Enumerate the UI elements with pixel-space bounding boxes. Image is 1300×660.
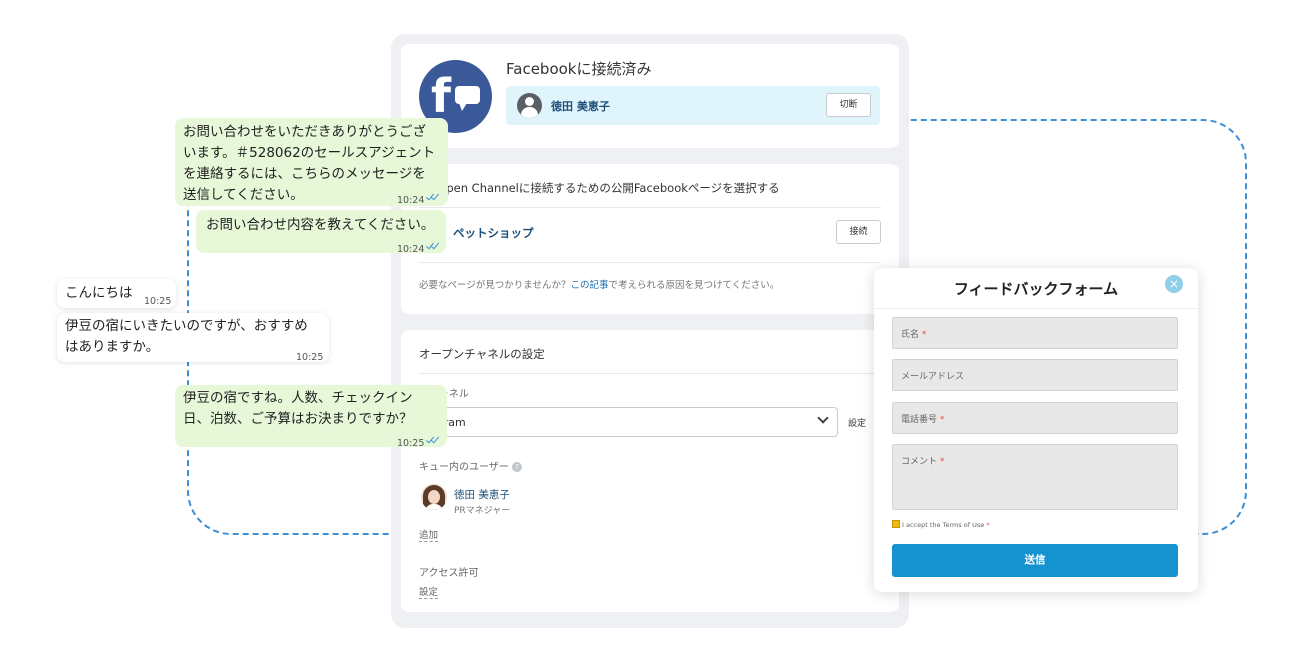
access-settings-link[interactable]: 設定 <box>419 584 439 599</box>
open-channel-settings-card: オープンチャネルの設定 ンチャネル agram 設定 キュー内のユーザー? 徳田… <box>401 330 899 612</box>
chat-message: お問い合わせ内容を教えてください。 10:24 <box>196 210 446 255</box>
queue-users-label: キュー内のユーザー? <box>419 458 522 473</box>
select-page-card: 24 Open Channelに接続するための公開Facebookページを選択す… <box>401 164 899 314</box>
access-label: アクセス許可 <box>419 568 479 579</box>
chat-message: こんにちは 10:25 <box>57 279 176 308</box>
name-field[interactable]: 氏名 * <box>892 317 1178 349</box>
chat-message: 伊豆の宿にいきたいのですが、おすすめ はありますか。 10:25 <box>57 313 329 363</box>
close-icon[interactable]: × <box>1165 275 1183 293</box>
user-avatar-icon <box>517 93 542 118</box>
feedback-form-title: フィードバックフォーム <box>953 280 1119 298</box>
phone-field[interactable]: 電話番号 * <box>892 402 1178 434</box>
add-user-link[interactable]: 追加 <box>419 527 439 542</box>
terms-label: I accept the Terms of Use <box>902 521 985 529</box>
help-icon[interactable]: ? <box>511 462 522 472</box>
queue-user-role: PRマネジャー <box>454 506 511 516</box>
message-time: 10:24 <box>397 244 425 255</box>
email-field[interactable]: メールアドレス <box>892 359 1178 391</box>
channel-settings-link[interactable]: 設定 <box>848 416 866 429</box>
double-check-icon <box>425 191 441 201</box>
page-name: ペットショップ <box>453 226 534 240</box>
connect-button[interactable]: 接続 <box>836 220 881 244</box>
settings-header: オープンチャネルの設定 <box>419 346 881 374</box>
double-check-icon <box>425 240 441 250</box>
facebook-connected-title: Facebookに接続済み <box>506 60 652 78</box>
message-time: 10:25 <box>144 296 172 307</box>
page-hint: 必要なページが見つかりませんか？この記事で考えられる原因を見つけてください。 <box>419 280 780 291</box>
submit-button[interactable]: 送信 <box>892 544 1178 577</box>
form-divider <box>874 308 1198 309</box>
queue-user-name[interactable]: 徳田 美恵子 <box>454 487 510 502</box>
message-time: 10:25 <box>397 438 425 449</box>
chat-message: 伊豆の宿ですね。人数、チェックイン 日、泊数、ご予算はお決まりですか？ 10:2… <box>175 385 447 449</box>
double-check-icon <box>425 434 441 444</box>
page-row: ペットショップ 接続 <box>419 209 881 263</box>
feedback-form: フィードバックフォーム × 氏名 * メールアドレス 電話番号 * コメント *… <box>874 268 1198 592</box>
terms-checkbox-row: I accept the Terms of Use * <box>892 520 990 529</box>
terms-checkbox[interactable] <box>892 520 900 528</box>
article-link[interactable]: この記事 <box>571 280 609 291</box>
chevron-down-icon <box>817 412 829 424</box>
channel-select[interactable]: agram <box>419 407 838 437</box>
comment-field[interactable]: コメント * <box>892 444 1178 510</box>
select-page-header: 24 Open Channelに接続するための公開Facebookページを選択す… <box>419 180 881 208</box>
chat-message: お問い合わせをいただきありがとうござ います。＃528062のセールスアジェント… <box>175 118 448 206</box>
queue-user-avatar <box>421 484 447 510</box>
disconnect-button[interactable]: 切断 <box>826 93 871 117</box>
connected-user-bar: 徳田 美恵子 切断 <box>506 86 880 125</box>
message-time: 10:24 <box>397 195 425 206</box>
message-time: 10:25 <box>296 352 324 363</box>
facebook-connected-card: f Facebookに接続済み 徳田 美恵子 切断 <box>401 44 899 148</box>
connected-user-name: 徳田 美恵子 <box>551 100 610 113</box>
